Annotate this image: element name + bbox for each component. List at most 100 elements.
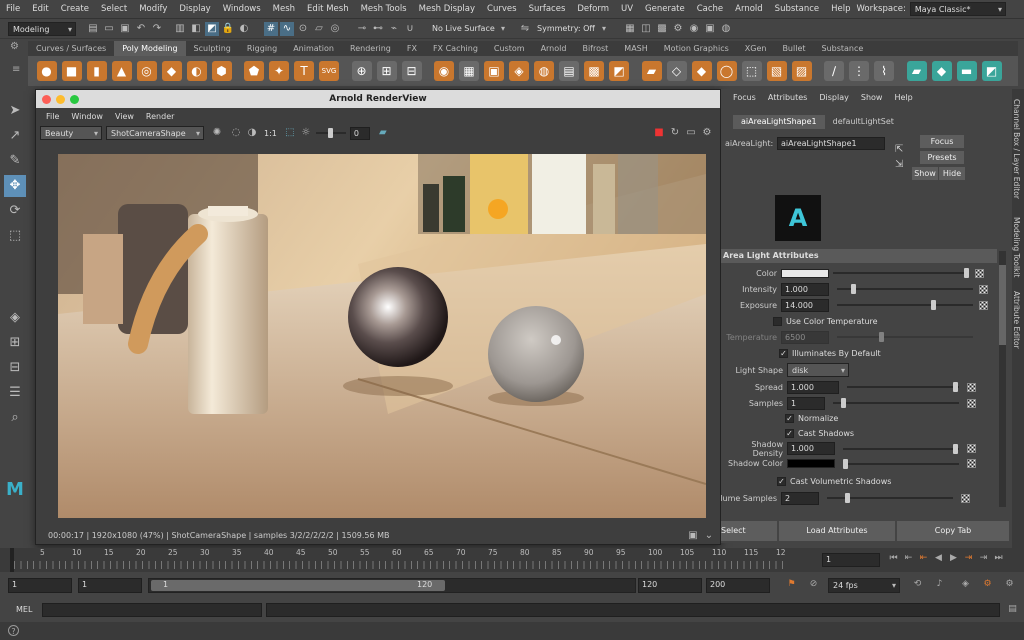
use-color-temp-checkbox[interactable] bbox=[773, 316, 782, 326]
camera-dropdown[interactable]: ShotCameraShape bbox=[106, 126, 204, 140]
step-back-frame-icon[interactable]: ⇤ bbox=[918, 553, 929, 564]
poly-cone-icon[interactable]: ▲ bbox=[111, 61, 132, 81]
attr-scrollbar[interactable] bbox=[999, 251, 1006, 507]
samples-map-button[interactable] bbox=[967, 398, 976, 408]
render-settings-icon[interactable]: ⚙ bbox=[671, 22, 685, 36]
menu-edit[interactable]: Edit bbox=[26, 0, 54, 19]
reduce-icon[interactable]: ◩ bbox=[609, 61, 629, 81]
volume-samples-slider[interactable] bbox=[827, 493, 953, 503]
search-icon[interactable]: ⌕ bbox=[4, 407, 26, 429]
spread-map-button[interactable] bbox=[967, 382, 976, 392]
save-scene-icon[interactable]: ▣ bbox=[118, 22, 132, 36]
play-backwards-icon[interactable]: ◀ bbox=[933, 553, 944, 564]
input-ops-icon[interactable]: ⊸ bbox=[355, 22, 369, 36]
select-button[interactable]: Select bbox=[721, 521, 777, 541]
color-swatch[interactable] bbox=[781, 268, 829, 278]
statusbar-expand-icon[interactable]: ⌄ bbox=[702, 529, 716, 543]
minimize-window-button[interactable] bbox=[56, 95, 65, 104]
volume-samples-field[interactable]: 2 bbox=[781, 491, 819, 505]
light-shape-dropdown[interactable]: disk bbox=[787, 363, 849, 377]
menu-substance[interactable]: Substance bbox=[769, 0, 825, 19]
samples-slider[interactable] bbox=[833, 398, 959, 408]
menu-deform[interactable]: Deform bbox=[571, 0, 615, 19]
menu-modify[interactable]: Modify bbox=[133, 0, 173, 19]
copy-node-icon[interactable]: ⇲ bbox=[895, 159, 903, 170]
color-map-button[interactable] bbox=[975, 268, 984, 278]
modeling-toolkit-tab[interactable]: Modeling Toolkit bbox=[1012, 213, 1021, 281]
step-forward-key-icon[interactable]: ⇥ bbox=[978, 553, 989, 564]
move-tool-icon[interactable]: ✥ bbox=[4, 175, 26, 197]
exposure-map-button[interactable] bbox=[979, 300, 988, 310]
mask-icon[interactable]: ◐ bbox=[237, 22, 251, 36]
undo-icon[interactable]: ↶ bbox=[134, 22, 148, 36]
shelf-tab-rigging[interactable]: Rigging bbox=[239, 41, 285, 56]
bridge-icon[interactable]: ▦ bbox=[459, 61, 479, 81]
quad-draw-icon[interactable]: ⌇ bbox=[874, 61, 894, 81]
append-icon[interactable]: ▤ bbox=[559, 61, 579, 81]
menu-help[interactable]: Help bbox=[825, 0, 856, 19]
snap-grid-icon[interactable]: # bbox=[264, 21, 278, 36]
menu-uv[interactable]: UV bbox=[615, 0, 639, 19]
go-to-end-icon[interactable]: ⏭ bbox=[993, 553, 1004, 564]
wedge-icon[interactable]: ◆ bbox=[691, 61, 712, 81]
workspace-dropdown[interactable]: Maya Classic* bbox=[909, 2, 1006, 16]
hypershade-icon[interactable]: ◉ bbox=[687, 22, 701, 36]
fps-dropdown[interactable]: 24 fps bbox=[828, 578, 900, 593]
rotate-tool-icon[interactable]: ⟳ bbox=[4, 200, 26, 222]
attr-tab-aiarealightshape1[interactable]: aiAreaLightShape1 bbox=[733, 115, 825, 129]
bevel-icon[interactable]: ◈ bbox=[509, 61, 529, 81]
multicut-icon[interactable]: ▨ bbox=[791, 61, 812, 81]
sweep-mesh-icon[interactable]: ✦ bbox=[269, 61, 289, 81]
menu-mesh-display[interactable]: Mesh Display bbox=[413, 0, 481, 19]
merge-icon[interactable]: ▧ bbox=[766, 61, 787, 81]
shelf-tab-curves-surfaces[interactable]: Curves / Surfaces bbox=[28, 41, 114, 56]
shelf-tab-poly-modeling[interactable]: Poly Modeling bbox=[114, 41, 186, 56]
attr-menu-help[interactable]: Help bbox=[888, 89, 918, 107]
hide-button[interactable]: Hide bbox=[939, 167, 965, 180]
shelf-gear-icon[interactable]: ⚙ bbox=[10, 41, 19, 52]
collapse-icon[interactable]: ⬚ bbox=[741, 61, 762, 81]
exposure-icon[interactable]: ☼ bbox=[299, 126, 313, 140]
anim-prefs-icon[interactable]: ⚙ bbox=[982, 579, 993, 590]
shelf-menu-icon[interactable]: ≡ bbox=[12, 64, 20, 75]
ratio-label[interactable]: 1:1 bbox=[264, 129, 277, 138]
shadow-density-slider[interactable] bbox=[843, 443, 959, 454]
end-time-field[interactable]: 120 bbox=[638, 578, 702, 593]
layout-four-icon[interactable]: ⊞ bbox=[4, 332, 26, 354]
step-back-key-icon[interactable]: ⇤ bbox=[903, 553, 914, 564]
script-editor-icon[interactable]: ▤ bbox=[1007, 604, 1018, 615]
shadow-color-swatch[interactable] bbox=[787, 459, 835, 468]
start-time-field[interactable]: 1 bbox=[8, 578, 72, 593]
shelf-tab-custom[interactable]: Custom bbox=[486, 41, 533, 56]
mirror-icon[interactable]: ⊕ bbox=[351, 61, 372, 81]
menu-file[interactable]: File bbox=[0, 0, 26, 19]
menu-surfaces[interactable]: Surfaces bbox=[523, 0, 572, 19]
render-image[interactable] bbox=[58, 154, 706, 518]
shelf-tab-sculpting[interactable]: Sculpting bbox=[186, 41, 239, 56]
display-lut-icon[interactable]: ◌ bbox=[229, 126, 243, 140]
extract-icon[interactable]: ▰ bbox=[641, 61, 662, 81]
target-weld-icon[interactable]: ∕ bbox=[824, 61, 844, 81]
attr-menu-attributes[interactable]: Attributes bbox=[762, 89, 814, 107]
anim-start-field[interactable]: 1 bbox=[78, 578, 142, 593]
spread-field[interactable]: 1.000 bbox=[787, 380, 839, 394]
step-forward-frame-icon[interactable]: ⇥ bbox=[963, 553, 974, 564]
attr-menu-display[interactable]: Display bbox=[813, 89, 855, 107]
menu-curves[interactable]: Curves bbox=[481, 0, 523, 19]
playback-prefs-icon[interactable]: ⚙ bbox=[1004, 579, 1015, 590]
focus-button[interactable]: Focus bbox=[920, 135, 964, 148]
sound-icon[interactable]: ♪ bbox=[934, 579, 945, 590]
combine-icon[interactable]: ⊞ bbox=[376, 61, 397, 81]
uv-unfold-icon[interactable]: ◆ bbox=[931, 61, 952, 81]
intensity-field[interactable]: 1.000 bbox=[781, 282, 829, 296]
shelf-tab-arnold[interactable]: Arnold bbox=[533, 41, 575, 56]
smooth-icon[interactable]: ◉ bbox=[434, 61, 454, 81]
select-object-icon[interactable]: ◧ bbox=[189, 22, 203, 36]
spread-slider[interactable] bbox=[847, 382, 959, 392]
shelf-tab-bullet[interactable]: Bullet bbox=[774, 41, 813, 56]
live-surface-dropdown[interactable]: No Live Surface bbox=[428, 21, 508, 36]
circularize-icon[interactable]: ◯ bbox=[716, 61, 737, 81]
new-scene-icon[interactable]: ▤ bbox=[86, 22, 100, 36]
poly-disc-icon[interactable]: ◐ bbox=[186, 61, 207, 81]
layout-single-icon[interactable]: ◈ bbox=[4, 307, 26, 329]
